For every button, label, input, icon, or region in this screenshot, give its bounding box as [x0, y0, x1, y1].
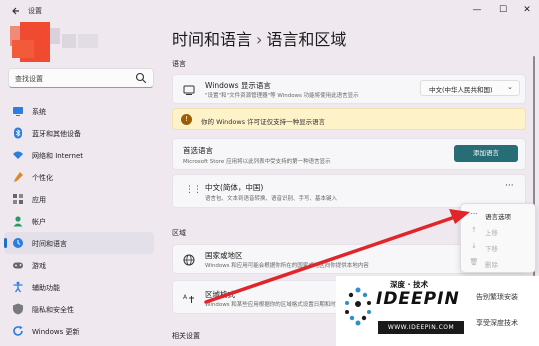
gamepad-icon: [13, 262, 23, 269]
country-region-title: 国家或地区: [205, 251, 243, 260]
watermark-slogan-bottom: 享受深度技术: [476, 319, 518, 327]
display-language-select[interactable]: 中文(中华人民共和国) ⌄: [420, 80, 520, 96]
search-input[interactable]: 查找设置: [15, 74, 43, 84]
display-icon: [183, 85, 195, 95]
sidebar-item-apps[interactable]: 应用: [4, 188, 154, 210]
watermark: 深度 · 技术 IDEEPIN WWW.IDEEPIN.COM 告别繁琐安装 享…: [336, 276, 539, 346]
preferred-languages-subtitle: Microsoft Store 应用将以此列表中受支持的第一种语言显示: [183, 159, 331, 165]
sidebar-item-label: 游戏: [32, 262, 46, 270]
sidebar-item-system[interactable]: 系统: [4, 100, 154, 122]
bluetooth-icon: [14, 127, 22, 139]
sidebar-item-label: 帐户: [32, 218, 46, 226]
sidebar-item-label: 系统: [32, 108, 46, 116]
trash-icon: 🗑: [469, 258, 479, 266]
display-language-title: Windows 显示语言: [205, 81, 271, 90]
language-context-menu: ··· 语言选项 ↑ 上移 ↓ 下移 🗑 删除: [460, 203, 536, 273]
monitor-icon: [13, 107, 23, 116]
license-notice-text: 你的 Windows 许可证仅支持一种显示语言: [201, 118, 326, 126]
globe-clock-icon: [13, 238, 23, 248]
shield-icon: [13, 303, 23, 315]
info-icon: !: [181, 114, 192, 125]
country-region-subtitle: Windows 和应用可能会根据你所在的国家或地区向你提供本地内容: [205, 263, 369, 269]
chevron-down-icon: ⌄: [507, 83, 513, 91]
update-icon: [13, 325, 23, 336]
watermark-slogan-top: 告别繁琐安装: [476, 293, 518, 301]
regional-format-icon: A: [183, 294, 194, 303]
sidebar-item-windows-update[interactable]: Windows 更新: [4, 320, 154, 342]
sidebar-item-gaming[interactable]: 游戏: [4, 254, 154, 276]
menu-item-label: 语言选项: [485, 213, 511, 221]
more-options-button[interactable]: ···: [505, 181, 514, 191]
menu-item-remove[interactable]: 🗑 删除: [461, 255, 537, 271]
person-icon: [13, 216, 23, 227]
sidebar-item-bluetooth[interactable]: 蓝牙和其他设备: [4, 122, 154, 144]
drag-handle-icon[interactable]: ⋮⋮: [185, 185, 202, 195]
menu-item-move-up[interactable]: ↑ 上移: [461, 223, 537, 239]
language-entry-subtitle: 语言包、文本到语音转换、语音识别、手写、基本键入: [205, 196, 338, 202]
search-box[interactable]: 查找设置: [8, 68, 154, 88]
back-arrow-icon[interactable]: [10, 5, 22, 17]
menu-item-label: 上移: [485, 229, 498, 237]
sidebar-item-label: 网络和 Internet: [32, 152, 84, 160]
sidebar-item-personalization[interactable]: 个性化: [4, 166, 154, 188]
breadcrumb-separator: ›: [256, 30, 263, 49]
preferred-languages-title: 首选语言: [183, 146, 213, 155]
menu-item-move-down[interactable]: ↓ 下移: [461, 239, 537, 255]
related-settings-heading: 相关设置: [172, 332, 200, 340]
more-icon: ···: [470, 210, 478, 218]
brush-icon: [14, 172, 23, 182]
arrow-down-icon: ↓: [471, 242, 477, 250]
sidebar-nav: 系统 蓝牙和其他设备 网络和 Internet 个性化 应用 帐户 时间和语言 …: [4, 100, 158, 342]
breadcrumb-parent[interactable]: 时间和语言: [172, 30, 252, 49]
display-language-subtitle: "设置"和"文件资源管理器"等 Windows 功能将使用此语言显示: [205, 93, 359, 99]
sidebar-item-label: 蓝牙和其他设备: [32, 130, 81, 138]
sidebar-item-network[interactable]: 网络和 Internet: [4, 144, 154, 166]
search-icon[interactable]: [135, 72, 147, 84]
language-section-heading: 语言: [172, 60, 186, 68]
region-section-heading: 区域: [172, 229, 186, 237]
accessibility-icon: [13, 281, 23, 293]
close-button[interactable]: ✕: [518, 2, 536, 18]
menu-item-label: 下移: [485, 245, 498, 253]
sidebar-item-accessibility[interactable]: 辅助功能: [4, 276, 154, 298]
arrow-up-icon: ↑: [471, 226, 477, 234]
wifi-icon: [13, 151, 23, 159]
sidebar-item-label: 个性化: [32, 174, 53, 182]
sidebar-item-label: 应用: [32, 196, 46, 204]
sidebar-item-label: 辅助功能: [32, 284, 60, 292]
breadcrumb: 时间和语言 › 语言和区域: [172, 26, 346, 50]
menu-item-label: 删除: [485, 261, 498, 269]
minimize-button[interactable]: —: [468, 2, 486, 18]
menu-item-language-options[interactable]: ··· 语言选项: [461, 207, 537, 223]
sidebar-item-time-language[interactable]: 时间和语言: [4, 232, 154, 254]
sidebar-item-label: Windows 更新: [32, 328, 80, 336]
sidebar-item-label: 时间和语言: [32, 240, 67, 248]
window-title: 设置: [28, 7, 42, 15]
page-title: 语言和区域: [266, 30, 347, 49]
add-language-button[interactable]: 添加语言: [454, 145, 518, 162]
language-entry-title: 中文(简体，中国): [205, 183, 264, 192]
avatar[interactable]: [10, 22, 98, 64]
regional-format-subtitle: Windows 和某些应用根据你的区域格式设置日期和时间格式: [205, 302, 353, 308]
globe-icon: [183, 254, 195, 266]
svg-text:A: A: [183, 294, 188, 301]
ideepin-logo-icon: [345, 287, 371, 326]
sidebar-item-accounts[interactable]: 帐户: [4, 210, 154, 232]
maximize-button[interactable]: ☐: [494, 2, 512, 18]
sidebar-item-privacy[interactable]: 隐私和安全性: [4, 298, 154, 320]
watermark-url: WWW.IDEEPIN.COM: [378, 321, 464, 334]
watermark-brand-en: IDEEPIN: [376, 289, 460, 309]
sidebar-item-label: 隐私和安全性: [32, 306, 74, 314]
license-notice: ! 你的 Windows 许可证仅支持一种显示语言: [172, 108, 526, 130]
title-bar: 设置 — ☐ ✕: [0, 0, 539, 22]
display-language-value: 中文(中华人民共和国): [429, 86, 493, 94]
regional-format-title: 区域格式: [205, 290, 235, 299]
apps-icon: [13, 194, 23, 204]
